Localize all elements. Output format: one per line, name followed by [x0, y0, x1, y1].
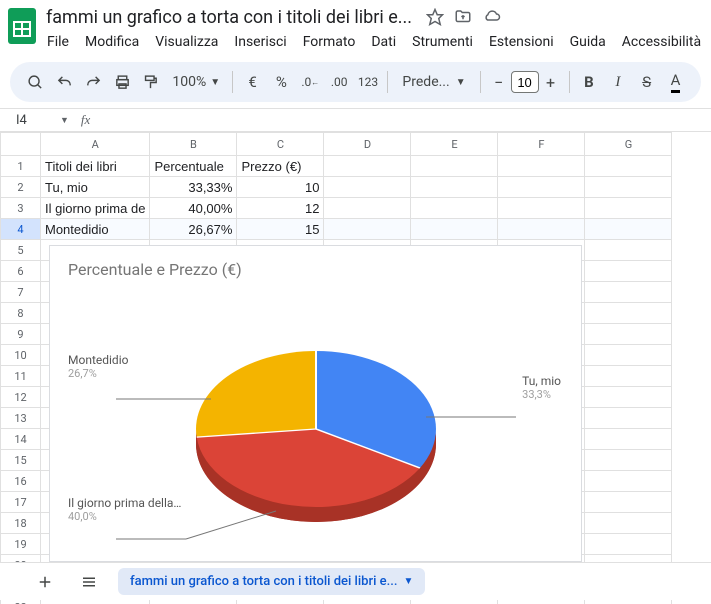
- document-title[interactable]: fammi un grafico a torta con i titoli de…: [40, 5, 418, 30]
- menu-strumenti[interactable]: Strumenti: [405, 30, 480, 54]
- menu-accessibilita[interactable]: Accessibilità: [615, 30, 708, 54]
- slice-label-left: Montedidio26,7%: [68, 353, 128, 380]
- cell[interactable]: Montedidio: [41, 219, 150, 240]
- bold-icon[interactable]: B: [576, 68, 603, 96]
- decrease-decimal-icon[interactable]: .0←: [297, 68, 324, 96]
- menu-guida[interactable]: Guida: [563, 30, 613, 54]
- row-header[interactable]: 18: [1, 513, 41, 534]
- menu-estensioni[interactable]: Estensioni: [482, 30, 561, 54]
- sheet-tab[interactable]: fammi un grafico a torta con i titoli de…: [118, 568, 425, 595]
- row-header[interactable]: 11: [1, 366, 41, 387]
- cell[interactable]: 15: [237, 219, 324, 240]
- font-size-increase[interactable]: +: [539, 73, 563, 92]
- percent-icon[interactable]: %: [268, 68, 295, 96]
- row-header[interactable]: 19: [1, 534, 41, 555]
- row-header[interactable]: 1: [1, 156, 41, 177]
- menu-dati[interactable]: Dati: [364, 30, 403, 54]
- font-size-input[interactable]: [511, 71, 539, 93]
- cloud-status-icon[interactable]: [482, 8, 502, 26]
- menu-formato[interactable]: Formato: [296, 30, 363, 54]
- cell[interactable]: Percentuale: [150, 156, 237, 177]
- fx-icon: fx: [81, 112, 90, 128]
- font-size-decrease[interactable]: −: [487, 73, 511, 92]
- more-formats-icon[interactable]: 123: [355, 68, 382, 96]
- slice-label-right: Tu, mio33,3%: [522, 374, 561, 401]
- cell[interactable]: 33,33%: [150, 177, 237, 198]
- add-sheet-icon[interactable]: [30, 567, 60, 597]
- row-header[interactable]: 8: [1, 303, 41, 324]
- cell[interactable]: Il giorno prima de: [41, 198, 150, 219]
- row-header[interactable]: 10: [1, 345, 41, 366]
- toolbar: 100%▼ € % .0← .00 123 Prede...▼ − + B I …: [10, 62, 701, 102]
- name-box-dropdown[interactable]: ▼: [60, 115, 69, 126]
- search-menus-icon[interactable]: [22, 68, 49, 96]
- col-header[interactable]: D: [324, 133, 411, 156]
- zoom-select[interactable]: 100%▼: [166, 74, 226, 90]
- row-header[interactable]: 6: [1, 261, 41, 282]
- menu-file[interactable]: File: [40, 30, 76, 54]
- cell[interactable]: Titoli dei libri: [41, 156, 150, 177]
- menu-visualizza[interactable]: Visualizza: [148, 30, 225, 54]
- spreadsheet-grid[interactable]: A B C D E F G 1Titoli dei libriPercentua…: [0, 132, 711, 604]
- formula-bar: I4 ▼ fx: [0, 108, 711, 132]
- paint-format-icon[interactable]: [138, 68, 165, 96]
- pie-chart[interactable]: Percentuale e Prezzo (€): [49, 245, 582, 562]
- col-header[interactable]: G: [585, 133, 672, 156]
- font-family-select[interactable]: Prede...▼: [394, 74, 473, 90]
- row-header[interactable]: 16: [1, 471, 41, 492]
- row-header[interactable]: 12: [1, 387, 41, 408]
- all-sheets-icon[interactable]: [74, 567, 104, 597]
- sheet-tab-bar: fammi un grafico a torta con i titoli de…: [0, 562, 711, 600]
- select-all-corner[interactable]: [1, 133, 41, 156]
- row-header[interactable]: 5: [1, 240, 41, 261]
- name-box[interactable]: I4: [10, 113, 60, 128]
- italic-icon[interactable]: I: [604, 68, 631, 96]
- menu-bar: File Modifica Visualizza Inserisci Forma…: [40, 30, 708, 54]
- menu-inserisci[interactable]: Inserisci: [227, 30, 293, 54]
- row-header[interactable]: 15: [1, 450, 41, 471]
- undo-icon[interactable]: [51, 68, 78, 96]
- sheet-tab-dropdown-icon[interactable]: ▼: [403, 576, 413, 587]
- cell[interactable]: 10: [237, 177, 324, 198]
- redo-icon[interactable]: [80, 68, 107, 96]
- strikethrough-icon[interactable]: S: [633, 68, 660, 96]
- col-header[interactable]: F: [498, 133, 585, 156]
- col-header[interactable]: C: [237, 133, 324, 156]
- row-header[interactable]: 7: [1, 282, 41, 303]
- row-header[interactable]: 4: [1, 219, 41, 240]
- row-header[interactable]: 13: [1, 408, 41, 429]
- chart-title: Percentuale e Prezzo (€): [50, 246, 581, 279]
- increase-decimal-icon[interactable]: .00: [326, 68, 353, 96]
- col-header[interactable]: E: [411, 133, 498, 156]
- cell[interactable]: Tu, mio: [41, 177, 150, 198]
- cell[interactable]: 26,67%: [150, 219, 237, 240]
- cell[interactable]: 40,00%: [150, 198, 237, 219]
- text-color-icon[interactable]: A: [662, 68, 689, 96]
- col-header[interactable]: A: [41, 133, 150, 156]
- menu-modifica[interactable]: Modifica: [78, 30, 146, 54]
- row-header[interactable]: 9: [1, 324, 41, 345]
- cell[interactable]: 12: [237, 198, 324, 219]
- move-folder-icon[interactable]: [454, 8, 472, 26]
- currency-icon[interactable]: €: [239, 68, 266, 96]
- row-header[interactable]: 14: [1, 429, 41, 450]
- row-header[interactable]: 3: [1, 198, 41, 219]
- slice-label-bottom: Il giorno prima della…40,0%: [68, 496, 181, 523]
- app-header: fammi un grafico a torta con i titoli de…: [0, 0, 711, 54]
- sheets-logo[interactable]: [8, 6, 36, 46]
- row-header[interactable]: 2: [1, 177, 41, 198]
- star-icon[interactable]: [426, 8, 444, 26]
- cell[interactable]: Prezzo (€): [237, 156, 324, 177]
- print-icon[interactable]: [109, 68, 136, 96]
- col-header[interactable]: B: [150, 133, 237, 156]
- row-header[interactable]: 17: [1, 492, 41, 513]
